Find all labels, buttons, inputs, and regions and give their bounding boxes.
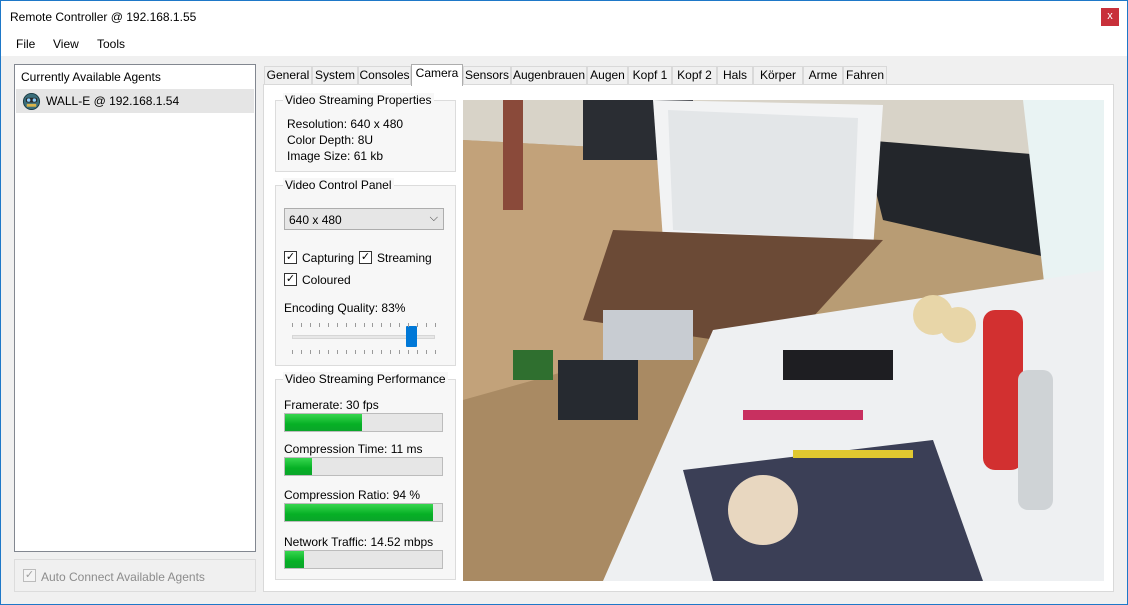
video-control-panel-title: Video Control Panel (283, 178, 394, 192)
compression-ratio-bar (284, 503, 443, 522)
slider-tick (372, 350, 373, 354)
robot-icon (22, 92, 41, 111)
streaming-properties-title: Video Streaming Properties (283, 93, 434, 107)
network-traffic-bar (284, 550, 443, 569)
title-bar: Remote Controller @ 192.168.1.55 x (1, 1, 1127, 32)
auto-connect-option: ✓ Auto Connect Available Agents (14, 559, 256, 592)
slider-tick (426, 323, 427, 327)
slider-tick (346, 323, 347, 327)
slider-tick (301, 350, 302, 354)
camera-feed (463, 100, 1104, 581)
auto-connect-label: Auto Connect Available Agents (41, 570, 205, 584)
slider-tick (408, 350, 409, 354)
resolution-select-value: 640 x 480 (289, 213, 342, 227)
compression-time-fill (285, 458, 312, 475)
slider-tick (310, 323, 311, 327)
agent-label: WALL-E @ 192.168.1.54 (46, 94, 180, 108)
slider-tick (355, 350, 356, 354)
auto-connect-checkbox[interactable]: ✓ (23, 569, 36, 582)
slider-tick (355, 323, 356, 327)
tab-camera[interactable]: Camera (411, 64, 463, 86)
slider-tick (364, 323, 365, 327)
capturing-label: Capturing (302, 251, 355, 265)
color-depth-text: Color Depth: 8U (287, 133, 374, 147)
window-title: Remote Controller @ 192.168.1.55 (10, 10, 197, 24)
tab-fahren[interactable]: Fahren (843, 66, 887, 85)
slider-tick (328, 350, 329, 354)
slider-tick (319, 350, 320, 354)
tab-sensors[interactable]: Sensors (463, 66, 511, 85)
resolution-text: Resolution: 640 x 480 (287, 117, 404, 131)
tab-koerper[interactable]: Körper (753, 66, 803, 85)
tab-general[interactable]: General (264, 66, 312, 85)
tab-arme[interactable]: Arme (803, 66, 843, 85)
capturing-checkbox[interactable]: ✓ (284, 251, 297, 264)
slider-tick (399, 350, 400, 354)
slider-tick (372, 323, 373, 327)
slider-tick (337, 323, 338, 327)
chevron-down-icon: ⌵ (429, 212, 438, 224)
menu-view[interactable]: View (53, 37, 79, 51)
slider-tick (417, 350, 418, 354)
slider-tick (328, 323, 329, 327)
slider-tick (399, 323, 400, 327)
tab-augenbrauen[interactable]: Augenbrauen (511, 66, 587, 85)
slider-tick (292, 323, 293, 327)
compression-time-label: Compression Time: 11 ms (284, 442, 423, 456)
streaming-performance-title: Video Streaming Performance (283, 372, 448, 386)
menu-file[interactable]: File (16, 37, 35, 51)
streaming-properties-group: Video Streaming Properties Resolution: 6… (275, 93, 456, 172)
slider-tick (381, 323, 382, 327)
coloured-label: Coloured (302, 273, 351, 287)
tab-system[interactable]: System (312, 66, 358, 85)
coloured-checkbox[interactable]: ✓ (284, 273, 297, 286)
encoding-quality-label: Encoding Quality: 83% (284, 301, 406, 315)
slider-tick (381, 350, 382, 354)
slider-tick (319, 323, 320, 327)
network-traffic-label: Network Traffic: 14.52 mbps (284, 535, 434, 549)
slider-tick (435, 350, 436, 354)
slider-tick (417, 323, 418, 327)
slider-tick (390, 323, 391, 327)
video-control-panel-group: Video Control Panel 640 x 480 ⌵ ✓ Captur… (275, 178, 456, 366)
app-window: Remote Controller @ 192.168.1.55 x File … (0, 0, 1128, 605)
framerate-bar (284, 413, 443, 432)
slider-tick (408, 323, 409, 327)
menu-tools[interactable]: Tools (97, 37, 125, 51)
tab-hals[interactable]: Hals (717, 66, 753, 85)
camera-tab-page: Video Streaming Properties Resolution: 6… (263, 84, 1114, 592)
framerate-fill (285, 414, 362, 431)
streaming-performance-group: Video Streaming Performance Framerate: 3… (275, 372, 456, 580)
slider-tick (337, 350, 338, 354)
compression-ratio-label: Compression Ratio: 94 % (284, 488, 421, 502)
streaming-label: Streaming (377, 251, 432, 265)
slider-tick (426, 350, 427, 354)
slider-tick (310, 350, 311, 354)
compression-ratio-fill (285, 504, 433, 521)
slider-tick (301, 323, 302, 327)
compression-time-bar (284, 457, 443, 476)
tab-kopf-1[interactable]: Kopf 1 (628, 66, 672, 85)
agents-list: Currently Available Agents WALL-E @ 192.… (14, 64, 256, 552)
slider-tick (364, 350, 365, 354)
slider-tick (346, 350, 347, 354)
streaming-checkbox[interactable]: ✓ (359, 251, 372, 264)
slider-tick (292, 350, 293, 354)
slider-tick (390, 350, 391, 354)
tab-consoles[interactable]: Consoles (358, 66, 411, 85)
tab-augen[interactable]: Augen (587, 66, 628, 85)
resolution-select[interactable]: 640 x 480 ⌵ (284, 208, 444, 230)
close-button[interactable]: x (1101, 8, 1119, 26)
encoding-quality-thumb[interactable] (405, 326, 417, 347)
camera-frame-image (463, 100, 1104, 581)
menu-bar: File View Tools (1, 32, 1127, 56)
framerate-label: Framerate: 30 fps (284, 398, 379, 412)
tab-kopf-2[interactable]: Kopf 2 (672, 66, 717, 85)
agent-item-wall-e[interactable]: WALL-E @ 192.168.1.54 (16, 89, 254, 113)
network-traffic-fill (285, 551, 304, 568)
image-size-text: Image Size: 61 kb (287, 149, 384, 163)
slider-tick (435, 323, 436, 327)
agents-header: Currently Available Agents (21, 70, 161, 84)
